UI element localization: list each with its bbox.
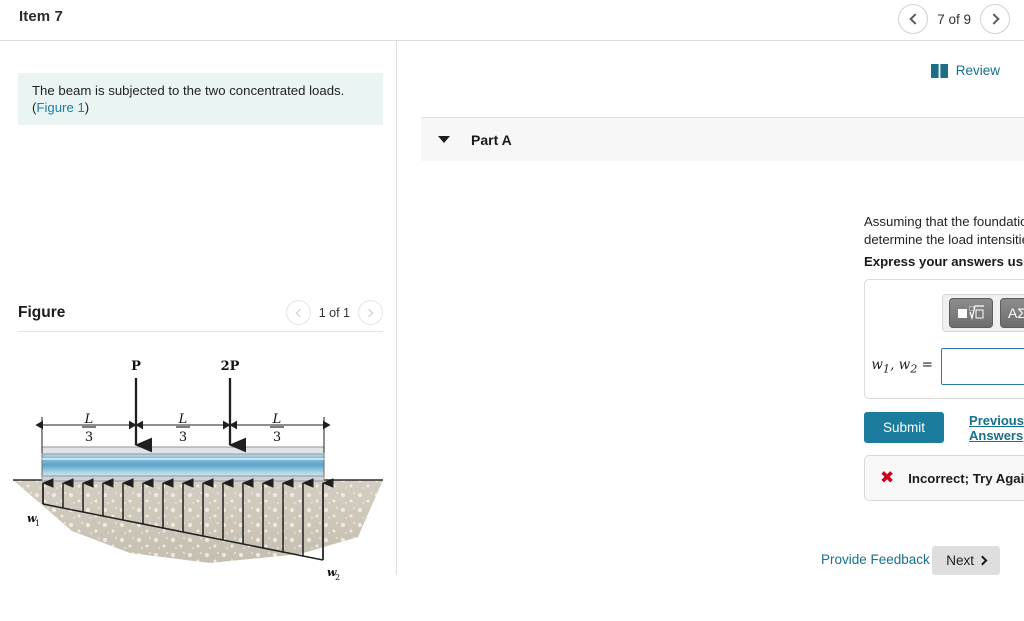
instruction-text: Express your answers using three signifi… [864, 254, 1024, 269]
next-button[interactable]: Next [932, 546, 1000, 575]
part-a-header[interactable]: Part A [421, 117, 1024, 161]
question-line-1: Assuming that the foundation exerts a li… [864, 214, 1024, 229]
figure-next-button[interactable] [358, 300, 383, 325]
figure-pager-label: 1 of 1 [318, 305, 350, 320]
figure-1-link[interactable]: Figure 1 [36, 100, 84, 115]
chevron-right-icon [987, 13, 1000, 25]
load-label-2P: 2P [221, 359, 240, 374]
greek-symbols-button[interactable]: ΑΣφ [1000, 298, 1024, 328]
svg-text:L: L [84, 412, 94, 427]
item-pager-label: 7 of 9 [937, 11, 971, 27]
feedback-message: Incorrect; Try Again; 5 attempts remaini… [908, 470, 1024, 486]
dimension-label-3: L 3 [270, 412, 284, 445]
previous-item-button[interactable] [898, 4, 929, 34]
answer-row: w1, w2 = lb/ft [865, 344, 1024, 388]
svg-text:1: 1 [35, 519, 40, 528]
red-x-icon: ✖ [880, 468, 895, 488]
intensity-label-w2: w 2 [327, 566, 340, 582]
beam-body [41, 452, 325, 478]
answer-label: w1, w2 = [871, 356, 933, 376]
previous-answers-link[interactable]: Previous Answers [969, 413, 1024, 443]
svg-text:2: 2 [335, 573, 340, 582]
book-icon [930, 63, 948, 78]
part-a-label: Part A [471, 131, 512, 148]
chevron-left-icon [909, 13, 921, 25]
intensity-label-w1: w 1 [27, 512, 40, 528]
chevron-right-icon [364, 308, 374, 317]
figure-pager: 1 of 1 [285, 300, 383, 325]
problem-statement-box: The beam is subjected to the two concent… [18, 73, 383, 125]
answer-input[interactable] [941, 347, 1024, 385]
top-bar: Item 7 7 of 9 [0, 0, 1024, 41]
next-item-button[interactable] [980, 4, 1010, 34]
right-panel: Review Part A Assuming that the foundati… [398, 41, 1024, 575]
feedback-banner: ✖ Incorrect; Try Again; 5 attempts remai… [864, 455, 1024, 501]
left-panel: The beam is subjected to the two concent… [0, 41, 397, 582]
figure-previous-button[interactable] [285, 300, 311, 325]
answer-card: □ ΑΣφ ↓↑ vec [864, 279, 1024, 399]
chevron-left-icon [295, 308, 304, 317]
svg-text:L: L [178, 412, 188, 427]
review-label: Review [955, 63, 1000, 78]
load-label-P: P [131, 359, 141, 374]
submit-row: Submit Previous Answers Request Answer [864, 412, 1024, 443]
svg-text:3: 3 [179, 430, 187, 445]
svg-text:L: L [272, 412, 282, 427]
template-radical-button[interactable]: □ [949, 298, 993, 328]
figure-section-title: Figure [18, 303, 66, 321]
item-pager: 7 of 9 [898, 4, 1010, 34]
question-text: Assuming that the foundation exerts a li… [864, 213, 1024, 255]
caret-down-icon[interactable] [438, 136, 450, 143]
problem-statement-text: The beam is subjected to the two concent… [32, 83, 345, 115]
math-toolbar: □ ΑΣφ ↓↑ vec [942, 294, 1024, 332]
provide-feedback-link[interactable]: Provide Feedback [821, 552, 930, 567]
review-link[interactable]: Review [930, 63, 1000, 78]
chevron-right-icon [977, 555, 988, 566]
page-title: Item 7 [19, 8, 63, 25]
template-radical-icon: □ [958, 305, 984, 321]
figure-header: Figure 1 of 1 [18, 294, 383, 332]
soil-texture [13, 480, 383, 563]
problem-sentence: The beam is subjected to the two concent… [32, 83, 345, 98]
svg-text:3: 3 [85, 430, 93, 445]
submit-button[interactable]: Submit [864, 412, 945, 443]
svg-text:3: 3 [273, 430, 281, 445]
dimension-label-2: L 3 [176, 412, 190, 445]
dimension-label-1: L 3 [82, 412, 96, 445]
next-button-label: Next [946, 553, 974, 568]
beam-top-flange [41, 446, 325, 455]
question-line-2-pre: determine the load intensities [864, 232, 1024, 247]
beam-bottom-flange [41, 475, 325, 482]
